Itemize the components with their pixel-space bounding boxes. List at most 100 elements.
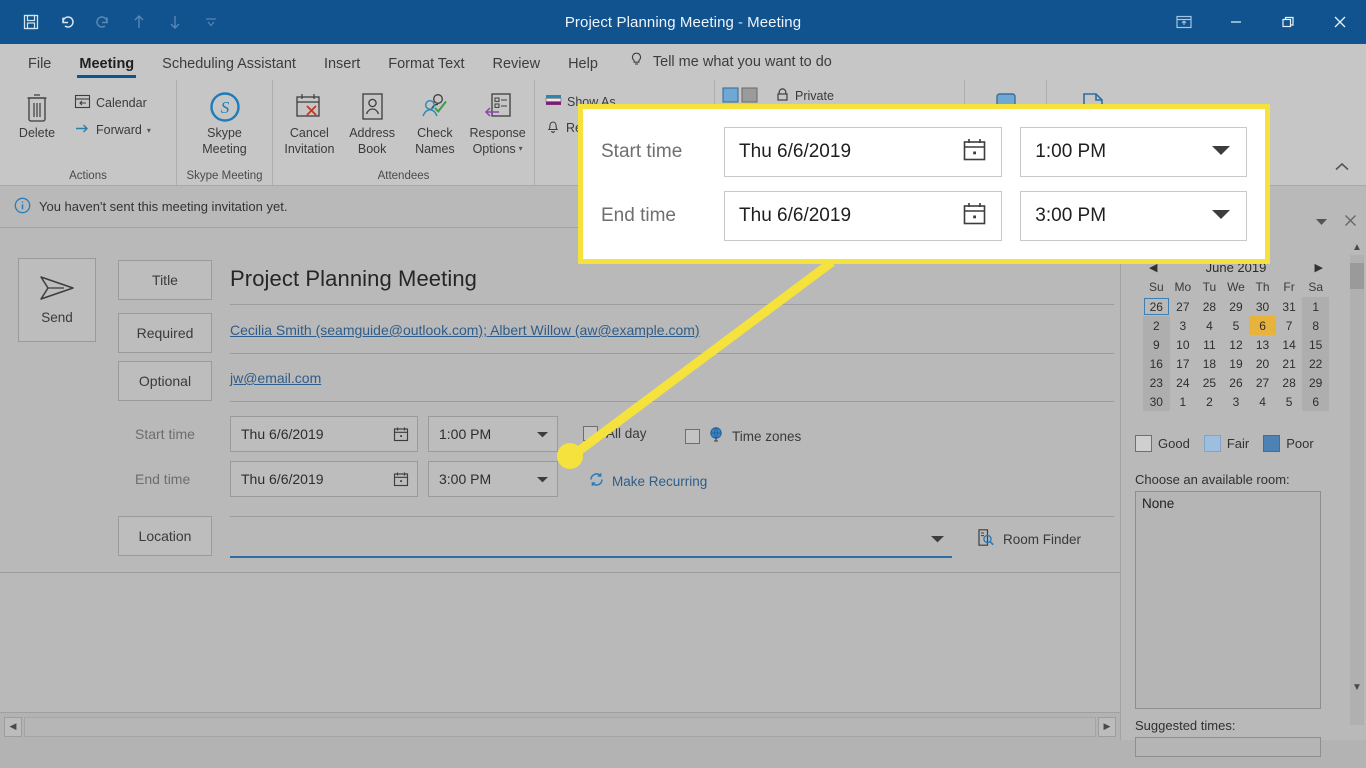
calendar-day[interactable]: 13 [1249,335,1276,354]
end-clock-input[interactable]: 3:00 PM [428,461,558,497]
calendar-day[interactable]: 28 [1276,373,1303,392]
save-icon[interactable] [14,7,48,37]
tab-meeting[interactable]: Meeting [65,54,148,80]
location-button[interactable]: Location [118,516,212,556]
calendar-icon[interactable] [385,471,417,487]
horizontal-scrollbar[interactable]: ◀ ▶ [0,712,1120,740]
cancel-invitation-button[interactable]: Cancel Invitation [279,86,340,160]
calendar-day[interactable]: 28 [1196,297,1223,316]
calendar-day[interactable]: 21 [1276,354,1303,373]
chevron-down-icon[interactable] [1210,141,1232,163]
calendar-icon[interactable] [385,426,417,442]
forward-button[interactable]: Forward ▾ [70,119,155,141]
calendar-day[interactable]: 26 [1143,297,1170,316]
calendar-day[interactable]: 12 [1223,335,1250,354]
date-picker-calendar[interactable]: ◀ June 2019 ▶ Su Mo Tu We Th Fr Sa 26 27 [1143,260,1329,411]
next-item-icon[interactable] [158,7,192,37]
calendar-day[interactable]: 26 [1223,373,1250,392]
calendar-day[interactable]: 2 [1196,392,1223,411]
chevron-up-icon[interactable]: ▲ [1350,239,1364,255]
calendar-button[interactable]: Calendar [70,92,155,114]
panel-vertical-scrollbar[interactable]: ▲ ▼ [1350,242,1364,725]
time-zones-toggle[interactable]: Time zones [685,426,801,447]
calendar-day[interactable]: 25 [1196,373,1223,392]
calendar-day[interactable]: 15 [1302,335,1329,354]
customize-quick-access-toolbar-icon[interactable] [194,7,228,37]
calendar-day[interactable]: 17 [1170,354,1197,373]
room-list-item[interactable]: None [1142,496,1314,511]
collapse-ribbon-button[interactable] [1334,160,1350,175]
tab-help[interactable]: Help [554,54,612,80]
tab-format-text[interactable]: Format Text [374,54,478,80]
required-attendees-input[interactable]: Cecilia Smith (seamguide@outlook.com); A… [230,322,700,338]
calendar-day[interactable]: 27 [1249,373,1276,392]
tab-insert[interactable]: Insert [310,54,374,80]
calendar-day[interactable]: 5 [1223,316,1250,335]
calendar-day[interactable]: 9 [1143,335,1170,354]
scroll-right-button[interactable]: ▶ [1098,716,1116,737]
address-book-button[interactable]: Address Book [342,86,403,160]
chevron-down-icon[interactable] [528,430,557,439]
calendar-day[interactable]: 18 [1196,354,1223,373]
calendar-day[interactable]: 30 [1249,297,1276,316]
calendar-day[interactable]: 7 [1276,316,1303,335]
calendar-day[interactable]: 14 [1276,335,1303,354]
tab-review[interactable]: Review [479,54,555,80]
all-day-checkbox[interactable]: All day [583,426,647,441]
suggested-times-listbox[interactable] [1135,737,1321,757]
send-button[interactable]: Send [18,258,96,342]
calendar-icon[interactable] [962,137,987,168]
calendar-day[interactable]: 20 [1249,354,1276,373]
panel-dropdown-icon[interactable] [1314,214,1329,232]
callout-start-clock-input[interactable]: 1:00 PM [1020,127,1247,177]
calendar-icon[interactable] [962,201,987,232]
all-day-checkbox-box[interactable] [583,426,598,441]
calendar-day[interactable]: 30 [1143,392,1170,411]
calendar-day[interactable]: 31 [1276,297,1303,316]
optional-button[interactable]: Optional [118,361,212,401]
calendar-day[interactable]: 29 [1302,373,1329,392]
private-button[interactable]: Private [771,86,838,106]
callout-end-clock-input[interactable]: 3:00 PM [1020,191,1247,241]
calendar-day[interactable]: 10 [1170,335,1197,354]
time-zones-checkbox-box[interactable] [685,429,700,444]
location-input[interactable] [230,523,920,551]
tab-file[interactable]: File [14,54,65,80]
calendar-day[interactable]: 6 [1302,392,1329,411]
calendar-day[interactable]: 8 [1302,316,1329,335]
restore-icon[interactable] [1262,0,1314,44]
close-icon[interactable] [1314,0,1366,44]
calendar-day[interactable]: 4 [1249,392,1276,411]
make-recurring-button[interactable]: Make Recurring [588,471,707,491]
calendar-day[interactable]: 3 [1170,316,1197,335]
check-names-button[interactable]: Check Names [405,86,466,160]
calendar-day[interactable]: 27 [1170,297,1197,316]
undo-icon[interactable] [50,7,84,37]
calendar-day[interactable]: 4 [1196,316,1223,335]
previous-item-icon[interactable] [122,7,156,37]
calendar-day[interactable]: 2 [1143,316,1170,335]
calendar-day[interactable]: 5 [1276,392,1303,411]
calendar-day[interactable]: 11 [1196,335,1223,354]
calendar-day[interactable]: 3 [1223,392,1250,411]
start-clock-input[interactable]: 1:00 PM [428,416,558,452]
delete-button[interactable]: Delete [6,86,68,144]
chevron-down-icon[interactable] [528,475,557,484]
tell-me-search[interactable]: Tell me what you want to do [612,49,842,80]
chevron-down-icon[interactable]: ▾ [519,144,523,154]
callout-start-date-input[interactable]: Thu 6/6/2019 [724,127,1003,177]
ribbon-display-options-icon[interactable] [1158,0,1210,44]
start-date-input[interactable]: Thu 6/6/2019 [230,416,418,452]
minimize-icon[interactable] [1210,0,1262,44]
skype-meeting-button[interactable]: S Skype Meeting [194,86,256,160]
chevron-right-icon[interactable]: ▶ [1315,261,1323,274]
panel-scroll-thumb[interactable] [1350,263,1364,289]
calendar-day[interactable]: 19 [1223,354,1250,373]
calendar-day[interactable]: 22 [1302,354,1329,373]
optional-attendees-input[interactable]: jw@email.com [230,370,321,386]
callout-end-date-input[interactable]: Thu 6/6/2019 [724,191,1003,241]
calendar-day[interactable]: 1 [1302,297,1329,316]
chevron-down-icon[interactable]: ▾ [147,126,151,135]
horizontal-scroll-track[interactable] [24,716,1096,737]
calendar-day[interactable]: 16 [1143,354,1170,373]
